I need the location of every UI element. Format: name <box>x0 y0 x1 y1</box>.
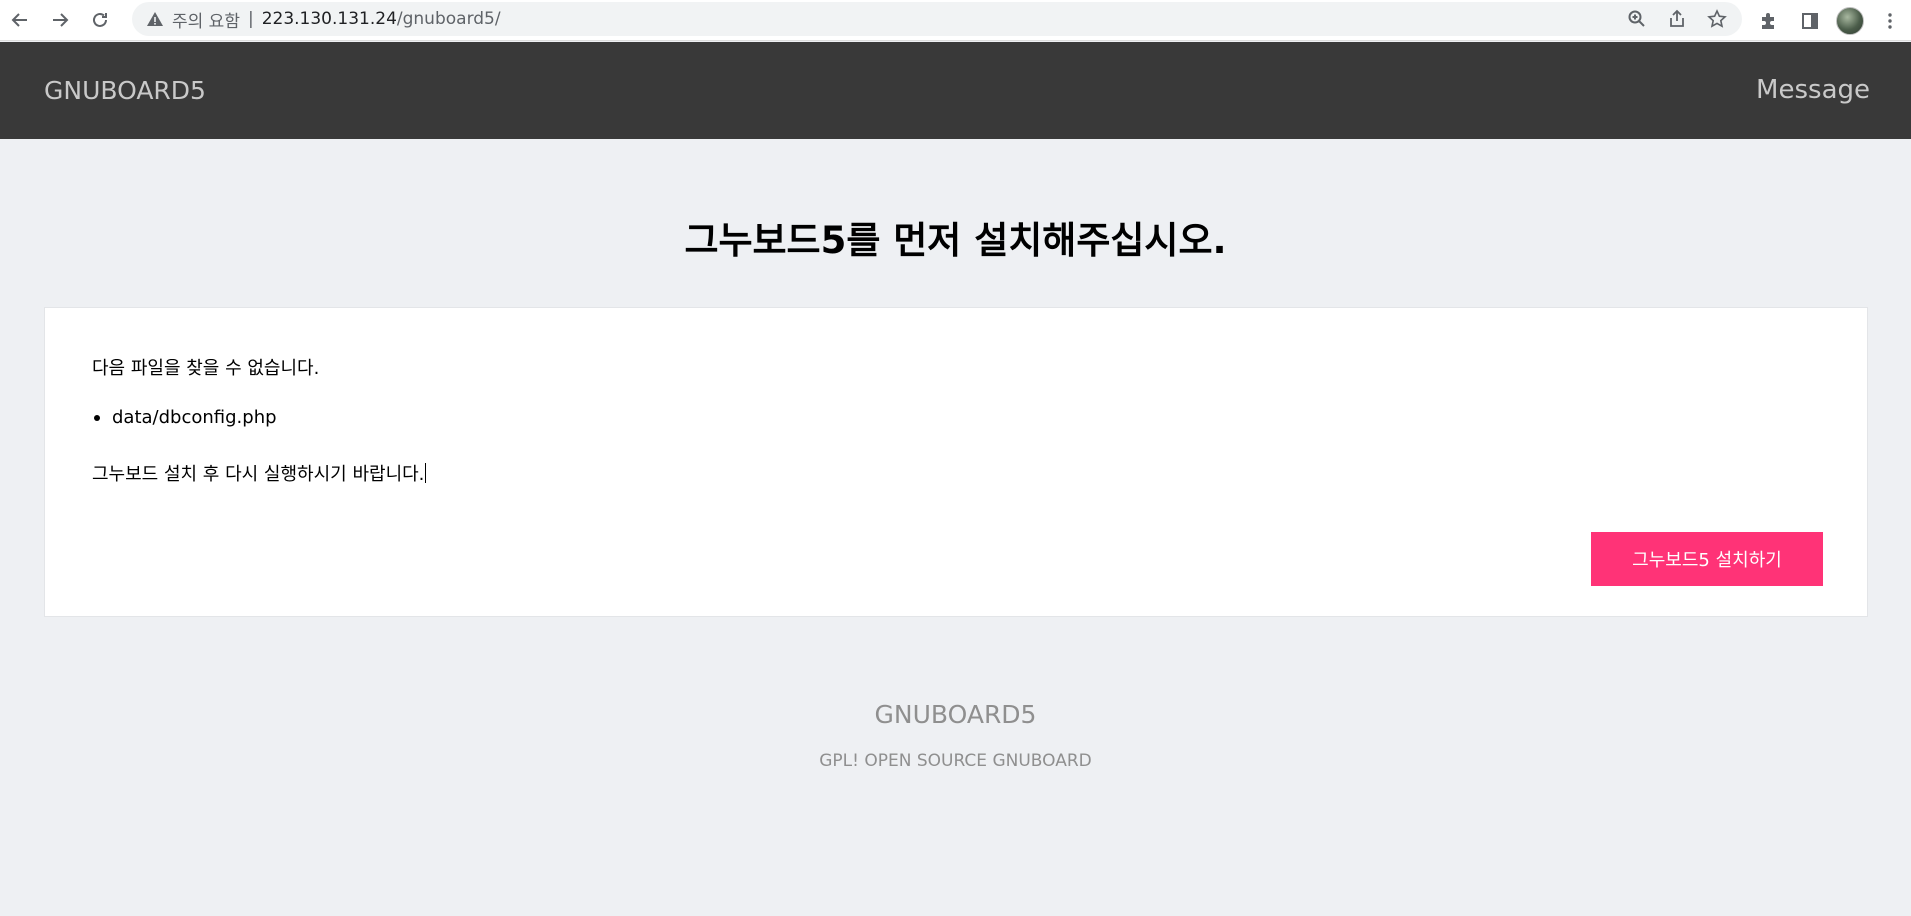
footer-tagline: GPL! OPEN SOURCE GNUBOARD <box>819 751 1092 771</box>
security-warning-label[interactable]: 주의 요함 <box>172 7 240 32</box>
zoom-button[interactable] <box>1624 6 1650 32</box>
browser-toolbar: 주의 요함 | 223.130.131.24 /gnuboard5/ <box>0 0 1911 41</box>
arrow-right-icon <box>53 13 69 27</box>
zoom-icon <box>1628 10 1645 27</box>
missing-file-name: data/dbconfig.php <box>112 407 277 428</box>
reload-icon <box>93 12 107 27</box>
instruction-text-content: 그누보드 설치 후 다시 실행하시기 바랍니다. <box>92 464 425 485</box>
arrow-left-icon <box>11 13 27 27</box>
reload-button[interactable] <box>80 0 120 41</box>
more-vertical-icon <box>1888 12 1892 29</box>
bookmark-button[interactable] <box>1704 6 1730 32</box>
share-icon <box>1670 9 1684 27</box>
extensions-button[interactable] <box>1752 5 1784 37</box>
side-panel-button[interactable] <box>1794 5 1826 37</box>
site-header: GNUBOARD5 Message <box>0 42 1911 139</box>
url-separator: | <box>247 9 254 29</box>
browser-menu-button[interactable] <box>1874 5 1906 37</box>
url-host[interactable]: 223.130.131.24 <box>262 9 397 29</box>
footer-logo: GNUBOARD5 <box>874 700 1037 729</box>
text-cursor <box>425 463 427 483</box>
share-button[interactable] <box>1664 6 1690 32</box>
puzzle-icon <box>1762 12 1774 29</box>
missing-file-list: data/dbconfig.php <box>92 407 277 428</box>
profile-avatar[interactable] <box>1836 6 1864 35</box>
bullet-icon <box>94 414 100 421</box>
address-bar[interactable]: 주의 요함 | 223.130.131.24 /gnuboard5/ <box>132 2 1742 36</box>
back-button[interactable] <box>0 0 40 41</box>
warning-icon[interactable] <box>146 10 164 28</box>
list-item: data/dbconfig.php <box>92 407 277 428</box>
intro-text: 다음 파일을 찾을 수 없습니다. <box>92 358 320 379</box>
message-link[interactable]: Message <box>1756 75 1870 105</box>
instruction-text: 그누보드 설치 후 다시 실행하시기 바랍니다. <box>92 460 427 486</box>
forward-button[interactable] <box>40 0 80 41</box>
page-title: 그누보드5를 먼저 설치해주십시오. <box>684 219 1227 262</box>
install-button[interactable]: 그누보드5 설치하기 <box>1591 532 1823 586</box>
install-notice-panel: 다음 파일을 찾을 수 없습니다. data/dbconfig.php 그누보드… <box>44 307 1868 617</box>
star-icon <box>1707 9 1727 28</box>
url-path[interactable]: /gnuboard5/ <box>397 9 501 29</box>
side-panel-icon <box>1802 12 1818 29</box>
site-logo[interactable]: GNUBOARD5 <box>44 76 206 105</box>
